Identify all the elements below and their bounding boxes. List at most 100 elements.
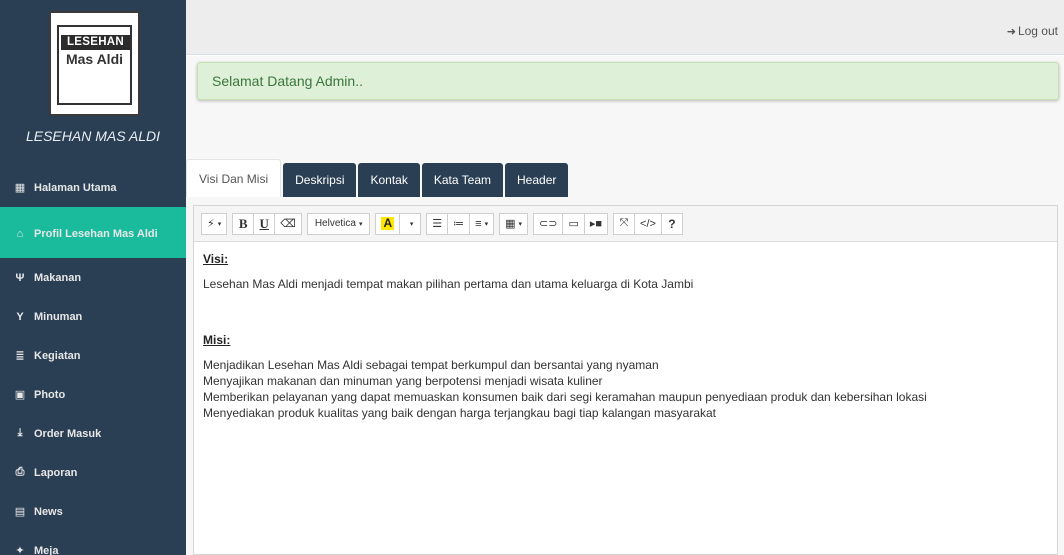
sidebar-item-label: Halaman Utama — [34, 181, 117, 194]
editor-toolbar: ⚡ ▾ B U ⌫ Helvetica ▾ A ▾ ☰ ≔ ≡ ▾ ▦ ▾ ⊂⊃… — [194, 206, 1057, 242]
sidebar-item-label: News — [34, 505, 63, 518]
sidebar-item-news[interactable]: ▤ News — [0, 492, 186, 531]
view-group: ⤧ </> ? — [613, 212, 683, 235]
chevron-down-icon: ▾ — [217, 220, 222, 228]
sidebar-item-label: Profil Lesehan Mas Aldi — [34, 227, 158, 240]
style-group: ⚡ ▾ — [201, 212, 228, 235]
paragraph-group: ☰ ≔ ≡ ▾ — [426, 212, 495, 235]
video-icon: ▸■ — [589, 218, 603, 230]
logout-label: Log out — [1017, 24, 1058, 38]
sidebar-item-order-masuk[interactable]: ⤓ Order Masuk — [0, 414, 186, 453]
tab-visi-dan-misi[interactable]: Visi Dan Misi — [186, 159, 282, 197]
brand-logo[interactable]: LESEHAN Mas Aldi — [49, 11, 140, 116]
sidebar-item-label: Meja — [34, 544, 59, 555]
print-icon: ⎙ — [15, 466, 25, 478]
align-icon: ≡ — [475, 217, 482, 230]
color-dropdown-button[interactable]: ▾ — [399, 212, 422, 235]
visi-text: Lesehan Mas Aldi menjadi tempat makan pi… — [203, 277, 694, 291]
sidebar-menu: ▦ Halaman Utama ⌂ Profil Lesehan Mas Ald… — [0, 168, 186, 555]
video-button[interactable]: ▸■ — [583, 212, 609, 235]
unordered-list-icon: ☰ — [432, 218, 443, 230]
editor-content-area[interactable]: Visi: Lesehan Mas Aldi menjadi tempat ma… — [194, 242, 1057, 431]
font-family-value: Helvetica — [314, 218, 356, 229]
misi-heading: Misi: — [203, 333, 231, 347]
chevron-down-icon: ▾ — [484, 220, 489, 228]
bold-button[interactable]: B — [232, 212, 255, 235]
newspaper-icon: ▤ — [14, 506, 26, 518]
misi-line: Menyediakan produk kualitas yang baik de… — [203, 406, 717, 420]
table-icon: ▦ — [505, 218, 516, 230]
text-color-icon: A — [381, 216, 395, 230]
sidebar-item-makanan[interactable]: Ψ Makanan — [0, 258, 186, 297]
table-icon: ✦ — [15, 545, 25, 555]
chevron-down-icon: ▾ — [409, 220, 414, 228]
help-button[interactable]: ? — [660, 212, 683, 235]
misi-line: Menyajikan makanan dan minuman yang berp… — [203, 374, 603, 388]
sidebar-item-kegiatan[interactable]: ≣ Kegiatan — [0, 336, 186, 375]
logo-line-2: Mas Aldi — [65, 51, 124, 67]
magic-wand-icon: ⚡ — [207, 218, 215, 230]
tab-kontak[interactable]: Kontak — [358, 163, 420, 197]
eraser-icon: ⌫ — [280, 218, 296, 230]
logo-line-1: LESEHAN — [61, 35, 130, 50]
sidebar: LESEHAN Mas Aldi LESEHAN MAS ALDI ▦ Hala… — [0, 0, 186, 555]
help-icon: ? — [668, 216, 676, 231]
list-icon: ≣ — [15, 350, 25, 362]
misi-line: Memberikan pelayanan yang dapat memuaska… — [203, 390, 927, 404]
clear-format-button[interactable]: ⌫ — [274, 212, 302, 235]
magic-wand-button[interactable]: ⚡ ▾ — [201, 212, 228, 235]
table-button[interactable]: ▦ ▾ — [499, 212, 528, 235]
sidebar-item-meja[interactable]: ✦ Meja — [0, 531, 186, 555]
logout-link[interactable]: ➜ Log out — [1007, 24, 1058, 38]
download-icon: ⤓ — [17, 427, 23, 439]
sidebar-item-laporan[interactable]: ⎙ Laporan — [0, 453, 186, 492]
ordered-list-button[interactable]: ≔ — [447, 212, 471, 235]
unordered-list-button[interactable]: ☰ — [426, 212, 449, 235]
link-button[interactable]: ⊂⊃ — [533, 212, 564, 235]
ordered-list-icon: ≔ — [453, 218, 465, 230]
brand-title: LESEHAN MAS ALDI — [25, 128, 161, 144]
sidebar-item-halaman-utama[interactable]: ▦ Halaman Utama — [0, 168, 186, 207]
glass-icon: Y — [16, 310, 24, 323]
sidebar-item-label: Makanan — [34, 271, 82, 284]
fullscreen-button[interactable]: ⤧ — [613, 212, 636, 235]
font-style-group: B U ⌫ — [232, 212, 302, 235]
chevron-down-icon: ▾ — [358, 220, 363, 228]
visi-heading: Visi: — [203, 252, 229, 266]
tab-bar: Visi Dan Misi Deskripsi Kontak Kata Team… — [186, 159, 570, 197]
paragraph-align-button[interactable]: ≡ ▾ — [469, 212, 495, 235]
home-icon: ⌂ — [16, 227, 24, 240]
image-button[interactable]: ▭ — [562, 212, 585, 235]
tab-header[interactable]: Header — [505, 163, 569, 197]
link-icon: ⊂⊃ — [539, 218, 558, 230]
tab-kata-team[interactable]: Kata Team — [421, 163, 503, 197]
underline-button[interactable]: U — [253, 212, 276, 235]
sidebar-item-photo[interactable]: ▣ Photo — [0, 375, 186, 414]
misi-line: Menjadikan Lesehan Mas Aldi sebagai temp… — [203, 358, 659, 372]
code-icon: </> — [640, 217, 656, 230]
chevron-down-icon: ▾ — [518, 220, 522, 228]
cutlery-icon: Ψ — [15, 271, 25, 284]
logout-icon: ➜ — [1006, 25, 1016, 38]
font-family-dropdown[interactable]: Helvetica ▾ — [306, 212, 371, 235]
table-group: ▦ ▾ — [499, 212, 528, 235]
grid-icon: ▦ — [14, 182, 26, 194]
top-navbar: ➜ Log out — [186, 0, 1064, 55]
main-content: Selamat Datang Admin.. Visi Dan Misi Des… — [186, 56, 1064, 555]
sidebar-item-minuman[interactable]: Y Minuman — [0, 297, 186, 336]
welcome-alert: Selamat Datang Admin.. — [197, 62, 1059, 100]
sidebar-item-label: Order Masuk — [34, 427, 102, 440]
color-group: A ▾ — [375, 212, 422, 235]
text-color-button[interactable]: A — [375, 212, 401, 235]
tab-deskripsi[interactable]: Deskripsi — [283, 163, 357, 197]
sidebar-item-profil[interactable]: ⌂ Profil Lesehan Mas Aldi — [0, 207, 186, 258]
rich-text-editor: ⚡ ▾ B U ⌫ Helvetica ▾ A ▾ ☰ ≔ ≡ ▾ ▦ ▾ ⊂⊃… — [193, 205, 1058, 555]
font-family-group: Helvetica ▾ — [306, 212, 371, 235]
fullscreen-icon: ⤧ — [619, 217, 629, 229]
code-view-button[interactable]: </> — [634, 212, 662, 235]
sidebar-item-label: Kegiatan — [34, 349, 81, 362]
image-icon: ▭ — [568, 218, 579, 230]
sidebar-item-label: Photo — [34, 388, 66, 401]
sidebar-item-label: Laporan — [34, 466, 78, 479]
